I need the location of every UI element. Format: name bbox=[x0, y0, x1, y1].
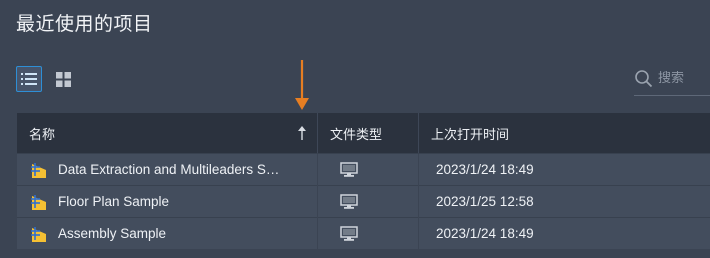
local-computer-icon bbox=[340, 161, 358, 177]
file-type-cell bbox=[318, 217, 419, 250]
last-opened-cell: 2023/1/25 12:58 bbox=[436, 194, 534, 209]
table-header: 名称 文件类型 上次打开时间 bbox=[17, 113, 710, 153]
autocad-file-icon bbox=[31, 226, 46, 242]
list-view-icon bbox=[21, 73, 37, 85]
table-row[interactable]: Floor Plan Sample 2023/1/25 12:58 bbox=[17, 185, 710, 218]
column-header-last-opened[interactable]: 上次打开时间 bbox=[419, 113, 710, 153]
file-type-cell bbox=[318, 185, 419, 218]
page-title: 最近使用的项目 bbox=[16, 14, 153, 35]
file-name-cell: Assembly Sample bbox=[17, 217, 318, 250]
column-header-name[interactable]: 名称 bbox=[17, 113, 318, 153]
column-header-label: 文件类型 bbox=[330, 127, 383, 143]
autocad-file-icon bbox=[31, 194, 46, 210]
autocad-file-icon bbox=[31, 162, 46, 178]
file-type-cell bbox=[318, 153, 419, 186]
search-input[interactable] bbox=[658, 71, 708, 86]
local-computer-icon bbox=[340, 193, 358, 209]
file-name[interactable]: Assembly Sample bbox=[58, 226, 166, 241]
local-computer-icon bbox=[340, 225, 358, 241]
grid-view-icon bbox=[55, 71, 71, 87]
sort-ascending-icon[interactable] bbox=[297, 125, 307, 141]
file-name[interactable]: Floor Plan Sample bbox=[58, 194, 169, 209]
table-row[interactable]: Assembly Sample 2023/1/24 18:49 bbox=[17, 217, 710, 250]
file-name-cell: Floor Plan Sample bbox=[17, 185, 318, 218]
file-name[interactable]: Data Extraction and Multileaders S… bbox=[58, 162, 279, 177]
column-header-label: 上次打开时间 bbox=[431, 127, 510, 143]
recent-files-table: 名称 文件类型 上次打开时间 Data Extraction and Multi… bbox=[17, 113, 710, 250]
column-header-type[interactable]: 文件类型 bbox=[318, 113, 419, 153]
last-opened-cell: 2023/1/24 18:49 bbox=[436, 226, 534, 241]
annotation-arrow-icon bbox=[295, 60, 309, 110]
search-box[interactable] bbox=[634, 62, 710, 96]
last-opened-cell: 2023/1/24 18:49 bbox=[436, 162, 534, 177]
table-row[interactable]: Data Extraction and Multileaders S… 2023… bbox=[17, 153, 710, 186]
file-name-cell: Data Extraction and Multileaders S… bbox=[17, 153, 318, 186]
search-icon bbox=[635, 69, 653, 87]
list-view-button[interactable] bbox=[16, 66, 42, 92]
grid-view-button[interactable] bbox=[50, 66, 76, 92]
column-header-label: 名称 bbox=[29, 127, 56, 143]
